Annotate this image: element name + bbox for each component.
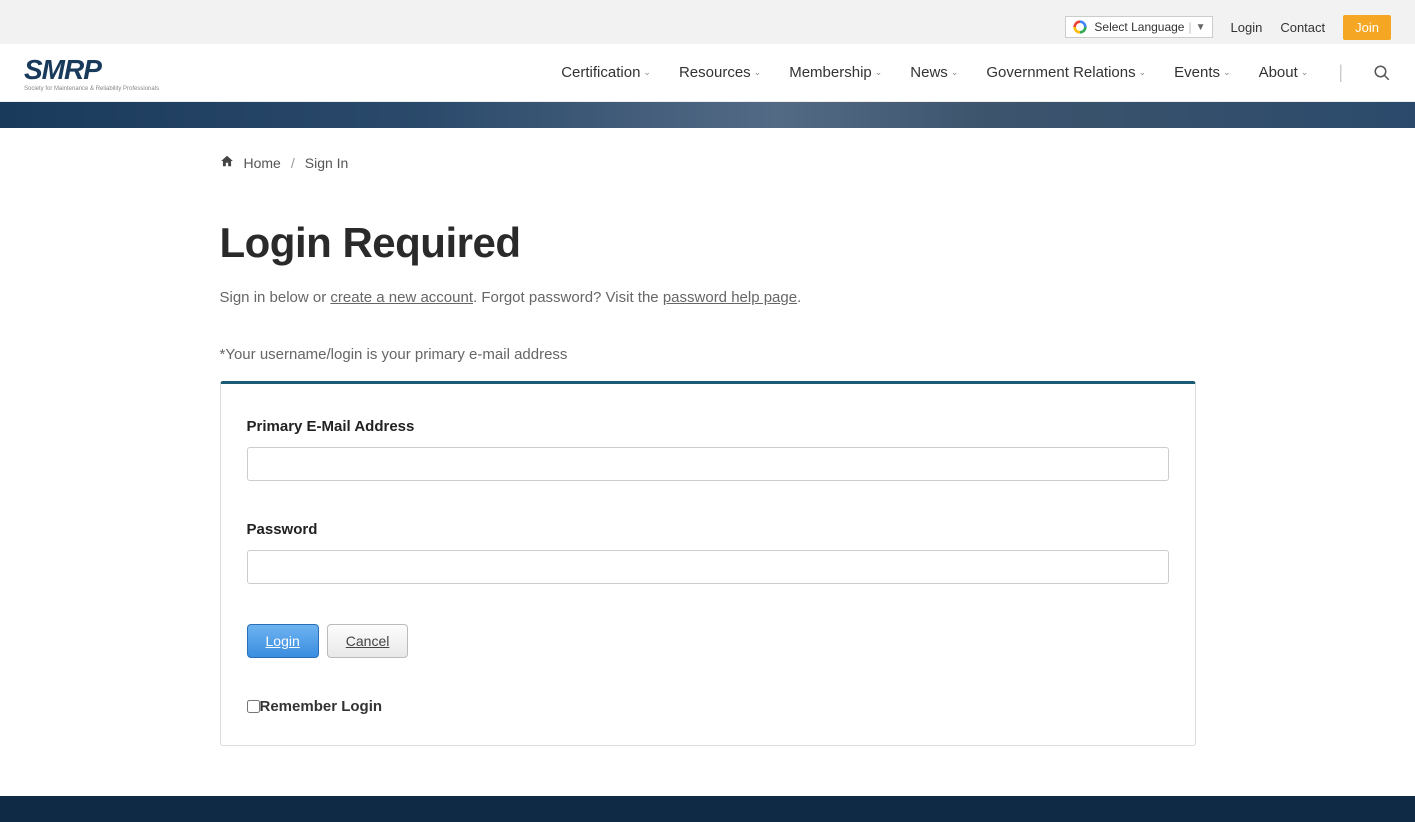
caret-down-icon: ▼ xyxy=(1196,22,1206,33)
chevron-down-icon: ⌄ xyxy=(951,67,959,78)
nav-items: Certification⌄ Resources⌄ Membership⌄ Ne… xyxy=(561,62,1391,83)
language-label: Select Language xyxy=(1094,20,1184,34)
logo[interactable]: SMRP Society for Maintenance & Reliabili… xyxy=(24,54,159,92)
nav-certification[interactable]: Certification⌄ xyxy=(561,64,651,81)
logo-tagline: Society for Maintenance & Reliability Pr… xyxy=(24,86,159,92)
login-button[interactable]: Login xyxy=(247,624,319,658)
breadcrumb-separator: / xyxy=(291,155,295,171)
chevron-down-icon: ⌄ xyxy=(1301,67,1309,78)
nav-events[interactable]: Events⌄ xyxy=(1174,64,1230,81)
password-help-link[interactable]: password help page xyxy=(663,289,797,306)
language-selector[interactable]: Select Language | ▼ xyxy=(1065,16,1212,38)
chevron-down-icon: ⌄ xyxy=(1223,67,1231,78)
login-card: Primary E-Mail Address Password Login Ca… xyxy=(220,381,1196,746)
email-label: Primary E-Mail Address xyxy=(247,418,1169,435)
search-icon[interactable] xyxy=(1373,64,1391,82)
google-translate-icon xyxy=(1072,19,1088,35)
chevron-down-icon: ⌄ xyxy=(754,67,762,78)
instruction-text: Sign in below or create a new account. F… xyxy=(220,289,1196,306)
nav-separator: | xyxy=(1338,62,1343,83)
username-note: *Your username/login is your primary e-m… xyxy=(220,346,1196,363)
remember-label: Remember Login xyxy=(260,698,383,715)
divider: | xyxy=(1188,20,1191,34)
breadcrumb: Home / Sign In xyxy=(220,128,1196,171)
nav-about[interactable]: About⌄ xyxy=(1259,64,1309,81)
nav-resources[interactable]: Resources⌄ xyxy=(679,64,761,81)
chevron-down-icon: ⌄ xyxy=(875,67,883,78)
footer-bar xyxy=(0,796,1415,822)
nav-government-relations[interactable]: Government Relations⌄ xyxy=(986,64,1146,81)
join-button[interactable]: Join xyxy=(1343,15,1391,40)
login-link[interactable]: Login xyxy=(1231,20,1263,35)
nav-news[interactable]: News⌄ xyxy=(910,64,958,81)
page-title: Login Required xyxy=(220,219,1196,267)
create-account-link[interactable]: create a new account xyxy=(330,289,473,306)
main-nav: SMRP Society for Maintenance & Reliabili… xyxy=(0,44,1415,102)
logo-text: SMRP xyxy=(24,54,101,85)
breadcrumb-home[interactable]: Home xyxy=(244,155,281,171)
chevron-down-icon: ⌄ xyxy=(643,67,651,78)
top-strip xyxy=(0,0,1415,10)
chevron-down-icon: ⌄ xyxy=(1139,67,1147,78)
email-field[interactable] xyxy=(247,447,1169,481)
home-icon[interactable] xyxy=(220,154,234,171)
password-label: Password xyxy=(247,521,1169,538)
utility-bar: Select Language | ▼ Login Contact Join xyxy=(0,10,1415,44)
remember-checkbox[interactable] xyxy=(247,700,260,713)
nav-membership[interactable]: Membership⌄ xyxy=(789,64,882,81)
password-field[interactable] xyxy=(247,550,1169,584)
breadcrumb-current: Sign In xyxy=(305,155,349,171)
hero-banner xyxy=(0,102,1415,128)
contact-link[interactable]: Contact xyxy=(1280,20,1325,35)
cancel-button[interactable]: Cancel xyxy=(327,624,409,658)
